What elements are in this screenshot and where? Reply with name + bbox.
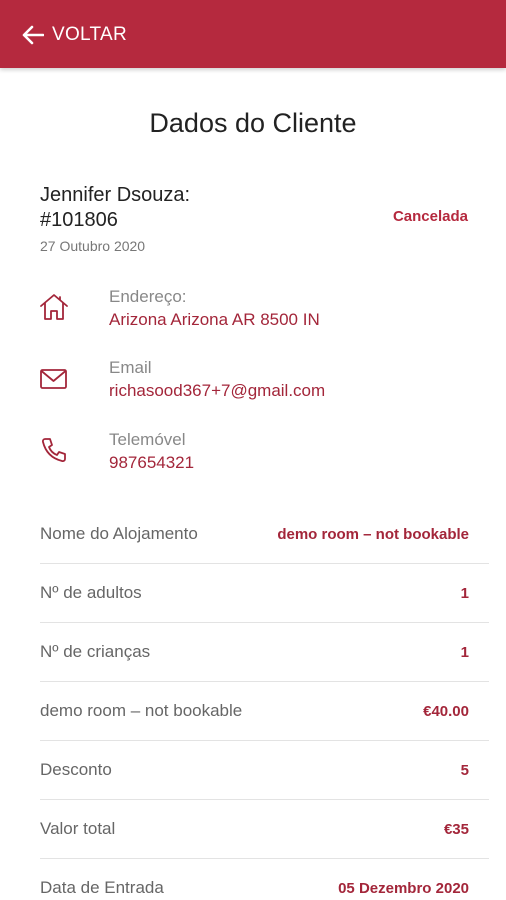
contact-address-row: Endereço: Arizona Arizona AR 8500 IN <box>0 287 506 343</box>
arrow-left-icon <box>22 25 44 45</box>
detail-label: Nº de adultos <box>40 583 142 602</box>
page-title: Dados do Cliente <box>149 108 357 138</box>
detail-value: €35 <box>443 820 469 838</box>
booking-id: #101806 <box>40 209 118 231</box>
detail-value: 05 Dezembro 2020 <box>338 879 469 897</box>
phone-value[interactable]: 987654321 <box>109 453 194 473</box>
detail-value: 1 <box>460 643 469 661</box>
mail-icon <box>40 369 67 389</box>
detail-value: demo room – not bookable <box>277 525 469 543</box>
detail-value: 1 <box>460 584 469 602</box>
detail-row-checkin-date: Data de Entrada 05 Dezembro 2020 <box>40 859 489 900</box>
detail-row-discount: Desconto 5 <box>40 741 489 800</box>
detail-label: demo room – not bookable <box>40 701 243 720</box>
contact-email-row: Email richasood367+7@gmail.com <box>0 358 506 414</box>
booking-date: 27 Outubro 2020 <box>40 238 146 254</box>
address-label: Endereço: <box>109 287 187 306</box>
detail-label: Data de Entrada <box>40 878 164 897</box>
home-icon <box>40 294 68 320</box>
detail-row-total: Valor total €35 <box>40 800 489 859</box>
detail-label: Nome do Alojamento <box>40 524 198 543</box>
detail-row-accommodation: Nome do Alojamento demo room – not booka… <box>40 505 489 564</box>
detail-value: €40.00 <box>423 702 469 720</box>
email-label: Email <box>109 358 152 377</box>
detail-label: Desconto <box>40 760 112 779</box>
detail-row-room-price: demo room – not bookable €40.00 <box>40 682 489 741</box>
customer-name: Jennifer Dsouza: <box>40 184 191 206</box>
phone-icon <box>41 438 66 463</box>
detail-row-adults: Nº de adultos 1 <box>40 564 489 623</box>
detail-label: Nº de crianças <box>40 642 151 661</box>
email-value[interactable]: richasood367+7@gmail.com <box>109 381 325 401</box>
detail-label: Valor total <box>40 819 116 838</box>
phone-label: Telemóvel <box>109 430 186 449</box>
detail-value: 5 <box>460 761 469 779</box>
address-value: Arizona Arizona AR 8500 IN <box>109 310 320 329</box>
back-button-label: VOLTAR <box>52 24 127 45</box>
booking-details-list: Nome do Alojamento demo room – not booka… <box>40 505 489 900</box>
top-app-bar: VOLTAR <box>0 0 506 68</box>
detail-row-children: Nº de crianças 1 <box>40 623 489 682</box>
contact-phone-row: Telemóvel 987654321 <box>0 430 506 486</box>
back-button[interactable]: VOLTAR <box>22 20 127 50</box>
status-badge: Cancelada <box>392 208 468 225</box>
